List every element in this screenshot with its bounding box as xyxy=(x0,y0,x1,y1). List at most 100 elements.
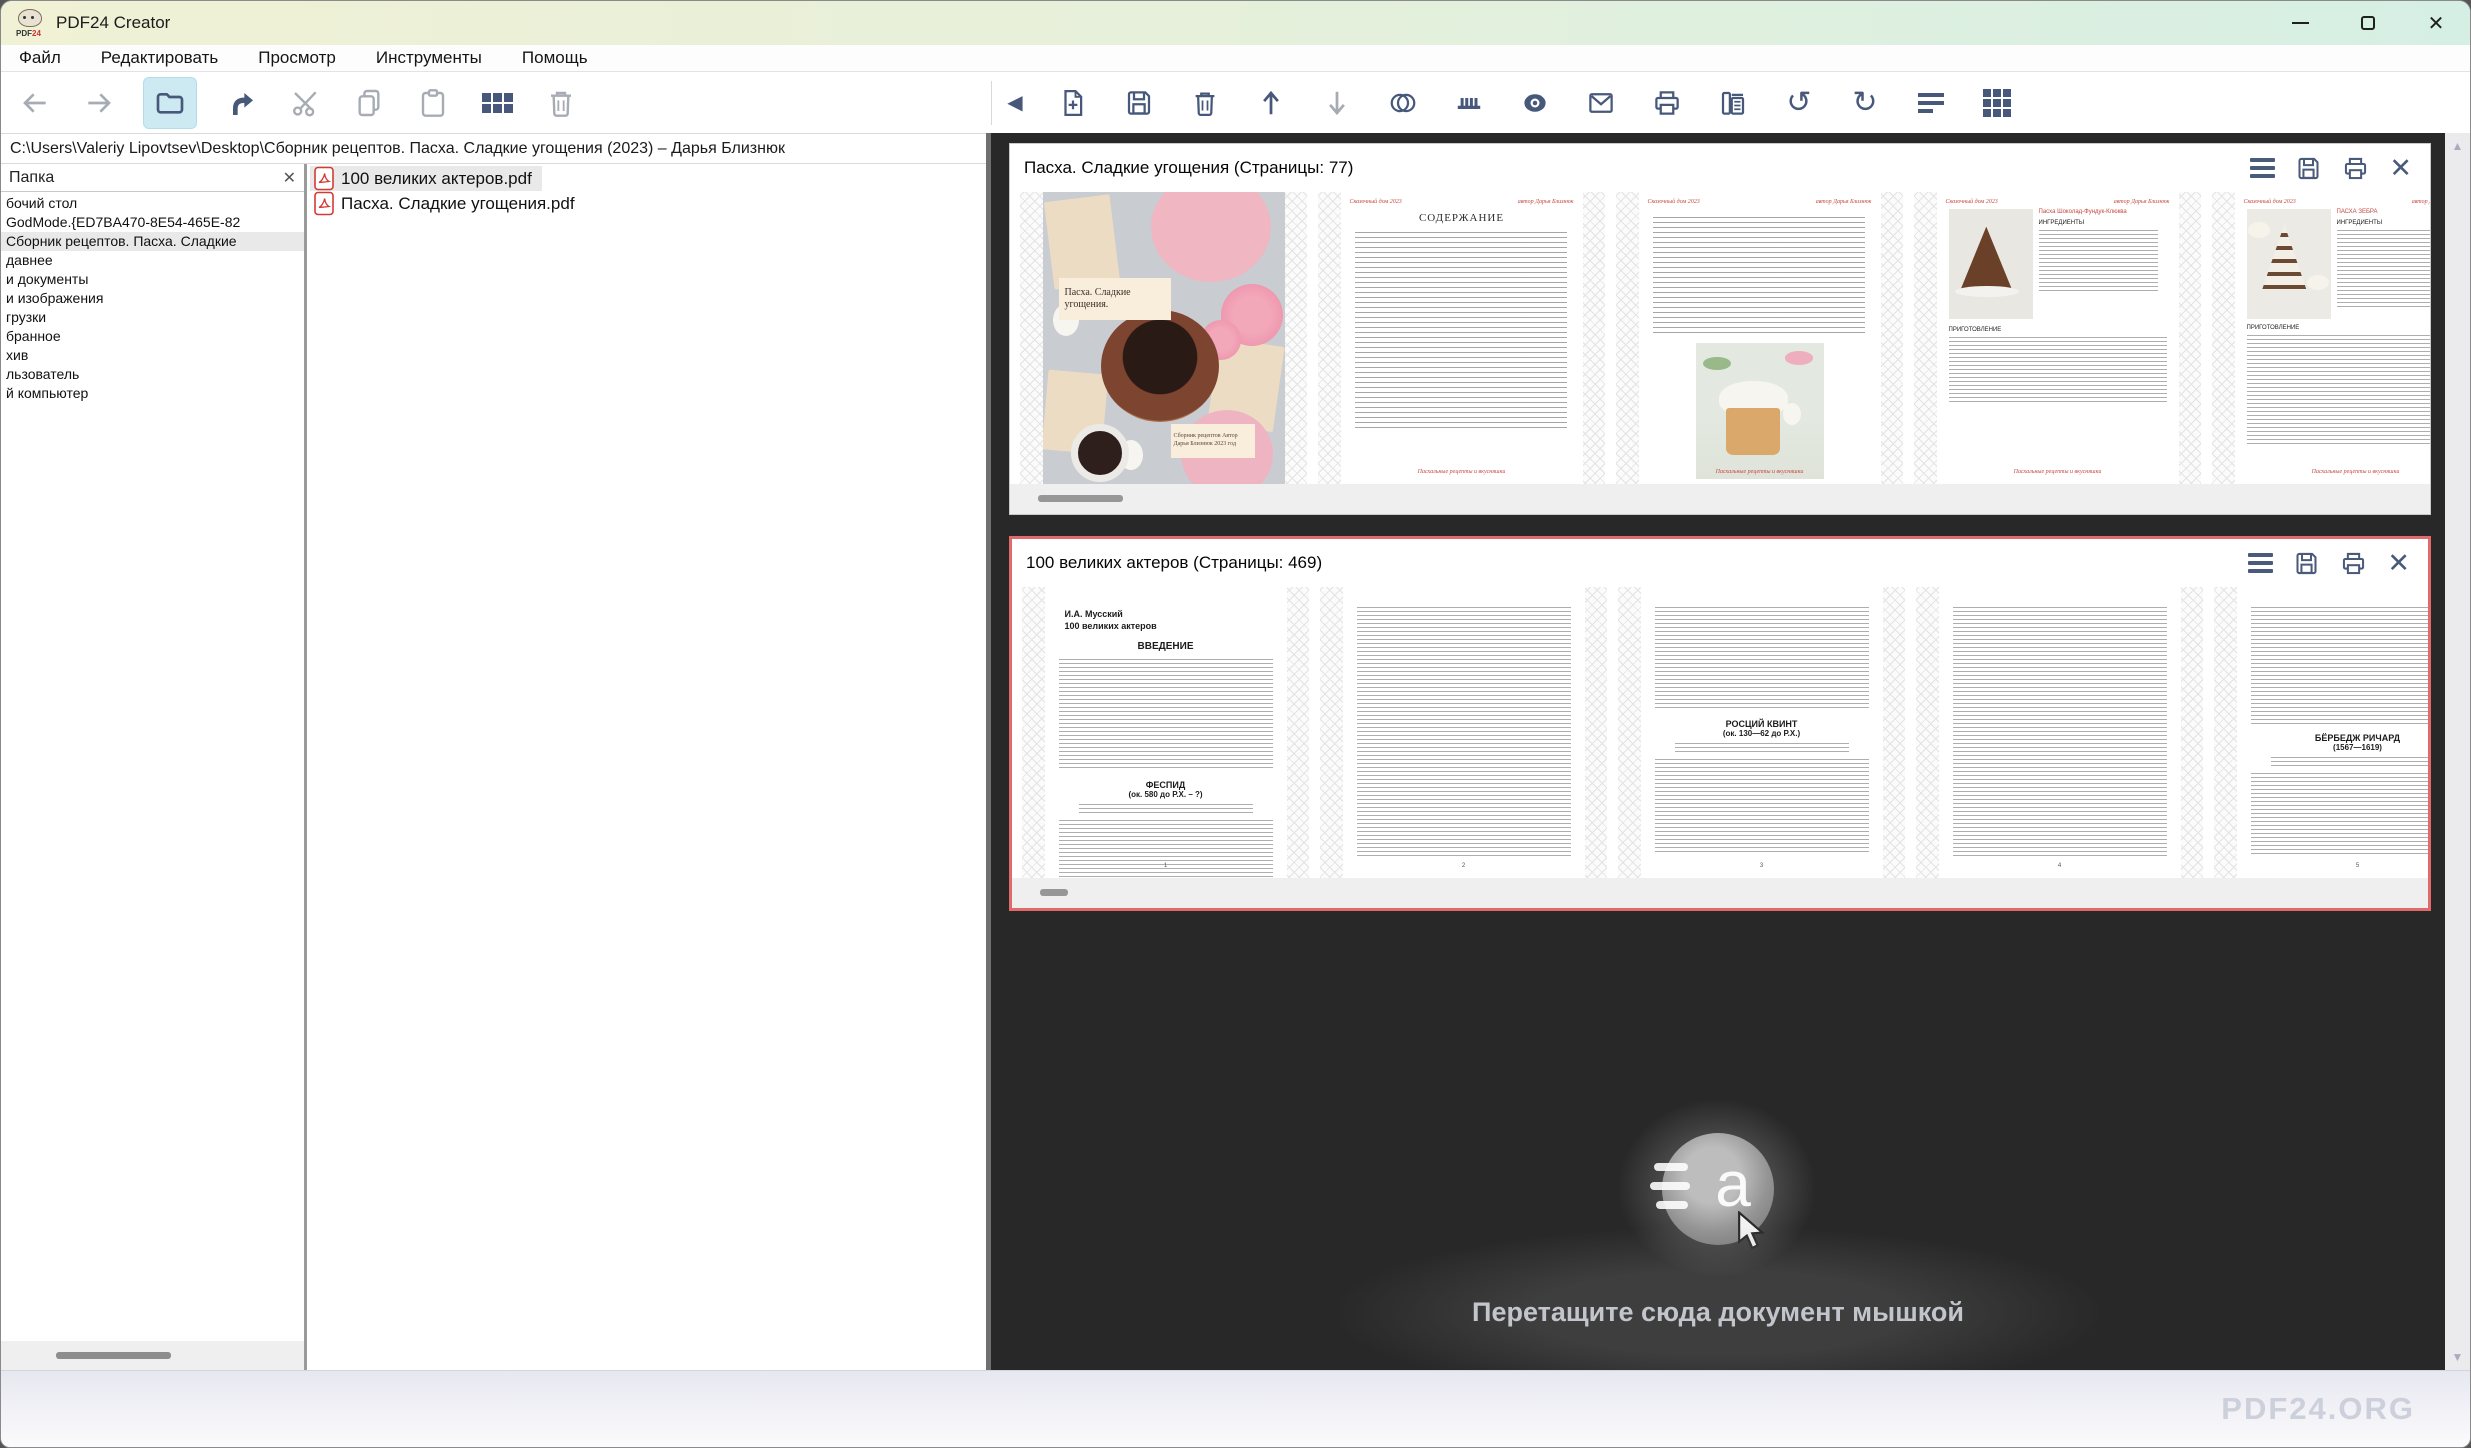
epigraph-lines xyxy=(1675,743,1849,753)
page-thumbnail[interactable]: РОСЦИЙ КВИНТ (ок. 130—62 до Р.Х.) 3 xyxy=(1618,587,1905,878)
copy-button[interactable] xyxy=(349,79,389,127)
book-title: 100 великих актеров xyxy=(1065,621,1287,631)
tree-item-recipes-selected[interactable]: Сборник рецептов. Пасха. Сладкие xyxy=(1,232,304,251)
collapse-panel-button[interactable]: ◀ xyxy=(1003,79,1027,127)
drop-zone[interactable]: a Перетащите сюда документ мышкой xyxy=(991,911,2445,1370)
tree-item-computer[interactable]: й компьютер xyxy=(1,384,304,403)
menu-view[interactable]: Просмотр xyxy=(258,48,336,68)
delete-doc-button[interactable] xyxy=(1185,79,1225,127)
clear-filter-icon[interactable]: ✕ xyxy=(283,168,296,188)
move-up-button[interactable] xyxy=(1251,79,1291,127)
save-button[interactable] xyxy=(1119,79,1159,127)
tree-item-pictures[interactable]: и изображения xyxy=(1,289,304,308)
delete-button[interactable] xyxy=(541,79,581,127)
panel-print-button[interactable] xyxy=(2342,155,2369,182)
panel-print-button[interactable] xyxy=(2340,550,2367,577)
doc-panel-header: 100 великих актеров (Страницы: 469) ✕ xyxy=(1012,539,2428,587)
panel-close-button[interactable]: ✕ xyxy=(2389,155,2412,182)
paste-button[interactable] xyxy=(413,79,453,127)
menu-file[interactable]: Файл xyxy=(19,48,61,68)
scrollbar-thumb[interactable] xyxy=(56,1352,171,1359)
scroll-down-icon[interactable]: ▼ xyxy=(2445,1350,2470,1364)
status-bar: PDF24.ORG xyxy=(1,1370,2470,1447)
window-title: PDF24 Creator xyxy=(56,13,170,33)
rotate-right-button[interactable]: ↻ xyxy=(1845,79,1885,127)
menu-edit[interactable]: Редактировать xyxy=(101,48,218,68)
tree-horizontal-scrollbar[interactable] xyxy=(1,1341,304,1370)
tree-item-archive[interactable]: хив xyxy=(1,346,304,365)
page-thumbnail[interactable]: 4 xyxy=(1916,587,2203,878)
forward-button[interactable] xyxy=(79,79,119,127)
sort-button[interactable] xyxy=(1911,79,1951,127)
titlebar: PDF24 PDF24 Creator ✕ xyxy=(1,1,2470,45)
tile-view-button[interactable] xyxy=(477,79,517,127)
panel-save-button[interactable] xyxy=(2295,155,2322,182)
page-thumbnail[interactable]: Пасха. Сладкие угощения. Сборник рецепто… xyxy=(1020,192,1307,484)
tree-item-godmode[interactable]: GodMode.{ED7BA470-8E54-465E-82 xyxy=(1,213,304,232)
document-panel-pascha[interactable]: Пасха. Сладкие угощения (Страницы: 77) ✕ xyxy=(1009,143,2431,515)
panel-close-button[interactable]: ✕ xyxy=(2387,550,2410,577)
panel-menu-button[interactable] xyxy=(2248,553,2273,573)
folder-filter-box[interactable]: Папка ✕ xyxy=(1,164,304,192)
grid-view-button[interactable] xyxy=(1977,79,2017,127)
page-thumbnail[interactable]: Сказочный дом 2023 автор Дарья Близнюк П… xyxy=(1914,192,2201,484)
arrow-up-icon xyxy=(1256,88,1286,118)
envelope-icon xyxy=(1586,88,1616,118)
page-thumbnail[interactable]: Сказочный дом 2023 автор Дарья Близнюк С… xyxy=(1318,192,1605,484)
thumbs-horizontal-scrollbar[interactable] xyxy=(1010,484,2430,514)
maximize-button[interactable] xyxy=(2334,1,2402,45)
copy-icon xyxy=(353,87,385,119)
preview-button[interactable] xyxy=(1515,79,1555,127)
scrollbar-thumb[interactable] xyxy=(1038,495,1123,502)
tree-item-user[interactable]: льзователь xyxy=(1,365,304,384)
chapter-heading: БЁРБЕДЖ РИЧАРД xyxy=(2237,733,2429,743)
rotate-left-button[interactable]: ↺ xyxy=(1779,79,1819,127)
page-thumbnail[interactable]: 2 xyxy=(1320,587,1607,878)
file-item-actors[interactable]: 100 великих актеров.pdf xyxy=(310,166,542,191)
document-panel-actors-selected[interactable]: 100 великих актеров (Страницы: 469) ✕ И.… xyxy=(1009,536,2431,911)
preparation-label: ПРИГОТОВЛЕНИЕ xyxy=(1949,327,2179,333)
tree-item-desktop[interactable]: бочий стол xyxy=(1,194,304,213)
scroll-up-icon[interactable]: ▲ xyxy=(2445,139,2470,153)
page-thumbnail[interactable]: Сказочный дом 2023 автор Дарья Близнюк П… xyxy=(2212,192,2430,484)
cover-title: Пасха. Сладкие угощения. xyxy=(1065,287,1165,312)
tree-item-favorites[interactable]: бранное xyxy=(1,327,304,346)
menu-help[interactable]: Помощь xyxy=(522,48,588,68)
trash-icon xyxy=(1190,88,1220,118)
split-button[interactable] xyxy=(1449,79,1489,127)
up-level-button[interactable] xyxy=(221,79,261,127)
arrow-right-icon xyxy=(83,87,115,119)
address-bar[interactable]: C:\Users\Valeriy Lipovtsev\Desktop\Сборн… xyxy=(1,133,986,164)
panel-menu-button[interactable] xyxy=(2250,158,2275,178)
workspace-vertical-scrollbar[interactable]: ▲ ▼ xyxy=(2445,133,2470,1370)
menu-tools[interactable]: Инструменты xyxy=(376,48,482,68)
print-button[interactable] xyxy=(1647,79,1687,127)
epigraph-lines xyxy=(2271,757,2429,767)
new-document-button[interactable] xyxy=(1053,79,1093,127)
open-folder-button[interactable] xyxy=(143,77,197,129)
tree-item-recent[interactable]: давнее xyxy=(1,251,304,270)
back-button[interactable] xyxy=(15,79,55,127)
page-thumbnail[interactable]: И.А. Мусский 100 великих актеров ВВЕДЕНИ… xyxy=(1022,587,1309,878)
file-item-pascha[interactable]: Пасха. Сладкие угощения.pdf xyxy=(310,191,585,216)
cut-button[interactable] xyxy=(285,79,325,127)
merge-button[interactable] xyxy=(1383,79,1423,127)
scrollbar-thumb[interactable] xyxy=(1040,889,1068,896)
panel-save-button[interactable] xyxy=(2293,550,2320,577)
email-button[interactable] xyxy=(1581,79,1621,127)
pdf24-logo-icon: PDF24 xyxy=(16,8,46,38)
page-thumbnail[interactable]: БЁРБЕДЖ РИЧАРД (1567—1619) 5 xyxy=(2214,587,2428,878)
minimize-button[interactable] xyxy=(2266,1,2334,45)
doc-panel-title: 100 великих актеров (Страницы: 469) xyxy=(1026,553,2248,573)
thumbs-horizontal-scrollbar[interactable] xyxy=(1012,878,2428,908)
arrow-left-icon xyxy=(19,87,51,119)
chapter-intro: ВВЕДЕНИЕ xyxy=(1045,641,1287,652)
move-down-button[interactable] xyxy=(1317,79,1357,127)
tree-item-downloads[interactable]: грузки xyxy=(1,308,304,327)
toolbar-separator xyxy=(991,81,992,125)
fax-button[interactable] xyxy=(1713,79,1753,127)
page-thumbnail[interactable]: Сказочный дом 2023 автор Дарья Близнюк П… xyxy=(1616,192,1903,484)
eye-icon xyxy=(1520,88,1550,118)
tree-item-documents[interactable]: и документы xyxy=(1,270,304,289)
close-button[interactable]: ✕ xyxy=(2402,1,2470,45)
